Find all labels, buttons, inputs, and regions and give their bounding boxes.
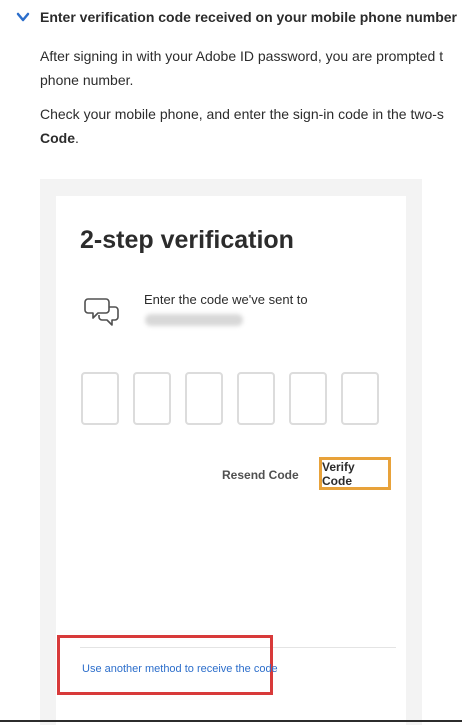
section-header[interactable]: Enter verification code received on your…	[16, 6, 462, 28]
other-method-link[interactable]: Use another method to receive the code	[82, 663, 278, 675]
dialog-title: 2-step verification	[80, 226, 294, 254]
code-digit-6[interactable]	[341, 372, 379, 425]
section-title: Enter verification code received on your…	[40, 9, 457, 25]
other-method-highlight: Use another method to receive the code	[57, 635, 278, 695]
code-input-group	[81, 372, 379, 425]
redacted-phone-number	[145, 314, 243, 326]
intro-paragraph: After signing in with your Adobe ID pass…	[40, 44, 462, 92]
chevron-down-icon[interactable]	[16, 10, 30, 24]
verify-code-emphasis: Code	[40, 130, 75, 146]
instruction-paragraph: Check your mobile phone, and enter the s…	[40, 102, 462, 150]
verify-code-button[interactable]: Verify Code	[319, 457, 391, 490]
code-sent-text: Enter the code we've sent to	[144, 292, 308, 307]
instruction-line-1: Check your mobile phone, and enter the s…	[40, 106, 444, 122]
verification-card: 2-step verification Enter the code we've…	[56, 196, 406, 725]
instruction-line-2: Code.	[40, 126, 462, 150]
intro-line-2: phone number.	[40, 72, 134, 88]
resend-code-button[interactable]: Resend Code	[222, 468, 299, 482]
dialog-screenshot: 2-step verification Enter the code we've…	[40, 179, 422, 725]
code-digit-5[interactable]	[289, 372, 327, 425]
code-digit-2[interactable]	[133, 372, 171, 425]
chat-bubbles-icon	[84, 298, 119, 326]
intro-line-1: After signing in with your Adobe ID pass…	[40, 48, 444, 64]
code-digit-4[interactable]	[237, 372, 275, 425]
bottom-rule	[0, 720, 462, 722]
instruction-period: .	[75, 130, 79, 146]
code-digit-3[interactable]	[185, 372, 223, 425]
code-digit-1[interactable]	[81, 372, 119, 425]
